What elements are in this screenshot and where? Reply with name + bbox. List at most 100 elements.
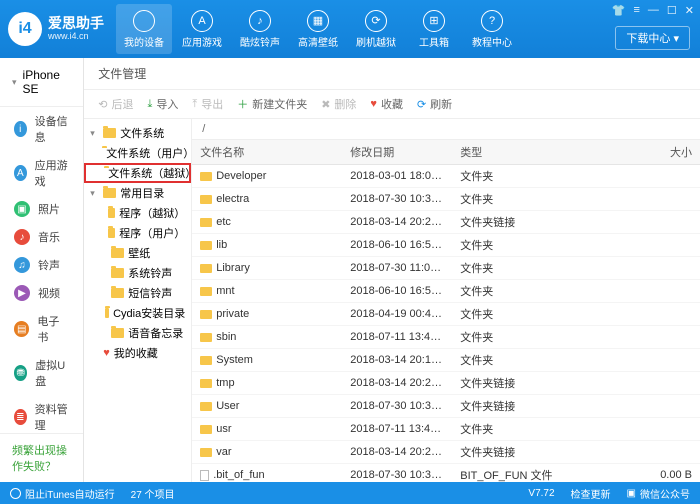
device-selector[interactable]: ▾ iPhone SE	[0, 58, 83, 107]
back-button[interactable]: ⟲后退	[98, 96, 133, 112]
nav-0[interactable]: 我的设备	[116, 4, 172, 54]
sidebar-item-1[interactable]: A应用游戏	[0, 151, 83, 195]
refresh-icon: ⟳	[417, 98, 426, 111]
folder-icon	[103, 128, 116, 138]
sidebar-item-0[interactable]: i设备信息	[0, 107, 83, 151]
col-name[interactable]: 文件名称	[192, 140, 342, 164]
check-update-button[interactable]: 检查更新	[571, 486, 611, 501]
sidebar-item-4[interactable]: ♫铃声	[0, 251, 83, 279]
sidebar-item-2[interactable]: ▣照片	[0, 195, 83, 223]
brand-logo: i4 爱思助手 www.i4.cn	[8, 12, 104, 46]
folder-icon	[200, 356, 212, 365]
sidebar-item-5[interactable]: ▶ 视频	[0, 279, 83, 307]
table-row[interactable]: sbin2018-07-11 13:48:…文件夹	[192, 326, 700, 349]
col-type[interactable]: 类型	[452, 140, 640, 164]
tree-item-1[interactable]: 文件系统（用户）	[84, 143, 191, 163]
table-row[interactable]: System2018-03-14 20:18:…文件夹	[192, 349, 700, 372]
file-date: 2018-07-30 10:33:…	[342, 466, 452, 482]
new-folder-button[interactable]: ＋新建文件夹	[237, 96, 307, 112]
col-date[interactable]: 修改日期	[342, 140, 452, 164]
table-row[interactable]: lib2018-06-10 16:52:…文件夹	[192, 234, 700, 257]
folder-icon	[108, 228, 116, 238]
sidebar-icon: i	[14, 121, 27, 137]
folder-icon	[200, 310, 212, 319]
tree-item-6[interactable]: 壁纸	[84, 243, 191, 263]
file-type: 文件夹链接	[452, 211, 640, 233]
delete-button[interactable]: ✖删除	[321, 96, 356, 112]
import-button[interactable]: ⤓导入	[147, 96, 178, 112]
file-size	[640, 334, 700, 340]
table-row[interactable]: User2018-07-30 10:34:…文件夹链接	[192, 395, 700, 418]
nav-1[interactable]: A应用游戏	[174, 4, 230, 54]
tree-item-3[interactable]: ▾常用目录	[84, 183, 191, 203]
tree-item-5[interactable]: 程序（用户）	[84, 223, 191, 243]
file-name: private	[216, 308, 249, 320]
folder-icon	[200, 402, 212, 411]
tree-item-4[interactable]: 程序（越狱）	[84, 203, 191, 223]
sidebar-label: 音乐	[38, 229, 60, 245]
table-row[interactable]: .bit_of_fun2018-07-30 10:33:…BIT_OF_FUN …	[192, 464, 700, 482]
refresh-button[interactable]: ⟳刷新	[417, 96, 452, 112]
sidebar-item-8[interactable]: ≣资料管理	[0, 395, 83, 433]
tree-item-11[interactable]: ♥我的收藏	[84, 343, 191, 363]
nav-4[interactable]: ⟳刷机越狱	[348, 4, 404, 54]
tree-item-0[interactable]: ▾文件系统	[84, 123, 191, 143]
table-row[interactable]: electra2018-07-30 10:34:…文件夹	[192, 188, 700, 211]
sidebar-item-3[interactable]: ♪音乐	[0, 223, 83, 251]
export-button[interactable]: ⤒导出	[192, 96, 223, 112]
folder-tree: ▾文件系统文件系统（用户） 文件系统（越狱） ▾常用目录程序（越狱）程序（用户）壁纸…	[84, 119, 192, 482]
table-row[interactable]: Developer2018-03-01 18:08:…文件夹	[192, 165, 700, 188]
menu-icon[interactable]: ≡	[633, 4, 639, 17]
nav-2[interactable]: ♪酷炫铃声	[232, 4, 288, 54]
sidebar-item-6[interactable]: ▤电子书	[0, 307, 83, 351]
sidebar-icon: ♫	[14, 257, 30, 273]
close-icon[interactable]: ✕	[685, 4, 694, 17]
file-date: 2018-07-30 10:34:…	[342, 190, 452, 208]
favorite-button[interactable]: ♥收藏	[370, 96, 403, 112]
sidebar-label: 视频	[38, 285, 60, 301]
tree-item-9[interactable]: Cydia安装目录	[84, 303, 191, 323]
tree-item-7[interactable]: 系统铃声	[84, 263, 191, 283]
shirt-icon[interactable]: 👕	[612, 4, 626, 17]
help-link[interactable]: 频繁出现操作失败？	[0, 433, 83, 482]
tree-label: 我的收藏	[114, 345, 158, 361]
table-row[interactable]: Library2018-07-30 11:08:…文件夹	[192, 257, 700, 280]
file-name: .bit_of_fun	[213, 469, 264, 481]
table-row[interactable]: usr2018-07-11 13:48:…文件夹	[192, 418, 700, 441]
sidebar-item-7[interactable]: ⛃虚拟U盘	[0, 351, 83, 395]
table-row[interactable]: etc2018-03-14 20:23:…文件夹链接	[192, 211, 700, 234]
sidebar-icon: ▶	[14, 285, 30, 301]
download-center-button[interactable]: 下载中心 ▾	[615, 26, 690, 50]
nav-6[interactable]: ?教程中心	[464, 4, 520, 54]
folder-icon	[200, 448, 212, 457]
col-size[interactable]: 大小	[640, 140, 700, 164]
nav-3[interactable]: ▦高清壁纸	[290, 4, 346, 54]
folder-icon	[200, 287, 212, 296]
nav-5[interactable]: ⊞工具箱	[406, 4, 462, 54]
table-row[interactable]: tmp2018-03-14 20:23:…文件夹链接	[192, 372, 700, 395]
sidebar-label: 虚拟U盘	[35, 357, 69, 389]
maximize-icon[interactable]: ☐	[667, 4, 677, 17]
wechat-button[interactable]: ▣微信公众号	[627, 486, 690, 501]
file-name: Developer	[216, 170, 266, 182]
table-row[interactable]: var2018-03-14 20:23:…文件夹链接	[192, 441, 700, 464]
tree-item-8[interactable]: 短信铃声	[84, 283, 191, 303]
tree-item-2[interactable]: 文件系统（越狱）	[84, 163, 191, 183]
tree-label: 文件系统（越狱）	[108, 165, 192, 181]
nav-icon: ⟳	[365, 10, 387, 32]
app-header: i4 爱思助手 www.i4.cn 我的设备A应用游戏♪酷炫铃声▦高清壁纸⟳刷机…	[0, 0, 700, 58]
file-date: 2018-03-01 18:08:…	[342, 167, 452, 185]
table-row[interactable]: mnt2018-06-10 16:58:…文件夹	[192, 280, 700, 303]
file-name: lib	[216, 239, 227, 251]
sidebar: ▾ iPhone SE i设备信息A应用游戏▣照片♪音乐♫铃声 ▶ 视频 ▤电子书⛃虚…	[0, 58, 84, 482]
tree-label: 文件系统（用户）	[106, 145, 192, 161]
tree-label: 常用目录	[120, 185, 164, 201]
tree-item-10[interactable]: 语音备忘录	[84, 323, 191, 343]
chevron-down-icon: ▾	[12, 77, 17, 88]
itunes-block-toggle[interactable]: 阻止iTunes自动运行	[10, 486, 115, 501]
folder-icon	[200, 172, 212, 181]
minimize-icon[interactable]: —	[648, 4, 659, 17]
table-row[interactable]: private2018-04-19 00:49:…文件夹	[192, 303, 700, 326]
top-nav: 我的设备A应用游戏♪酷炫铃声▦高清壁纸⟳刷机越狱⊞工具箱?教程中心	[116, 4, 520, 54]
file-size	[640, 449, 700, 455]
